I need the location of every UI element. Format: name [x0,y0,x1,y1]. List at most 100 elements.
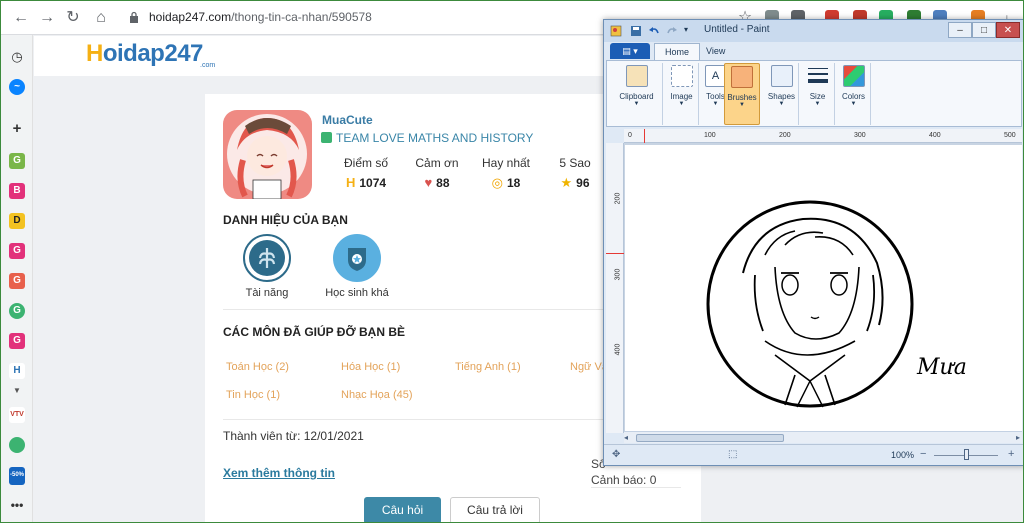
hoidap-h-icon: H [345,175,356,190]
sidebar-app-1[interactable]: G [9,153,25,169]
maximize-button[interactable]: □ [972,22,996,38]
sidebar-app-7[interactable]: G [9,333,25,349]
badge-talent[interactable]: Tài năng [217,234,317,299]
sidebar-app-5[interactable]: G [9,273,25,289]
stat-best-label: Hay nhất [481,156,531,170]
badges-title: DANH HIỆU CỦA BẠN [223,213,348,227]
save-icon[interactable] [630,25,642,37]
anime-girl-drawing [706,200,914,408]
sidebar-chat-icon[interactable] [9,437,25,453]
horizontal-scrollbar[interactable]: ◂ ▸ [624,431,1022,443]
close-button[interactable]: ✕ [996,22,1020,38]
more-icon[interactable]: ••• [9,497,25,513]
paint-app-icon [610,25,622,37]
subject-math[interactable]: Toán Học (2) [226,361,289,373]
more-info-link[interactable]: Xem thêm thông tin [223,466,335,480]
sidebar-app-6[interactable]: G [9,303,25,319]
cursor-position-icon: ✥ [612,449,621,460]
logo-h: H [86,40,103,67]
ribbon-clipboard-label: Clipboard [619,92,654,101]
sidebar-app-hoidap-label: H [13,365,21,376]
sidebar-app-2[interactable]: B [9,183,25,199]
ribbon-colors-caret-icon: ▼ [850,101,857,107]
url-path: /thong-tin-ca-nhan/590578 [231,10,372,24]
stat-points-value: 1074 [359,176,387,190]
profile-username[interactable]: MuaCute [322,113,373,127]
avatar-illustration [227,114,307,199]
badge-good-student-label: Học sinh khá [325,287,389,299]
scrollbar-thumb[interactable] [636,434,784,442]
ribbon-colors[interactable]: Colors ▼ [837,63,871,125]
selection-size-icon: ⬚ [728,449,738,460]
wheat-icon [243,234,291,282]
scroll-left-icon[interactable]: ◂ [624,433,628,442]
stat-best: Hay nhất ◎ 18 [471,156,541,191]
sidebar-app-4[interactable]: G [9,243,25,259]
sidebar-app-3[interactable]: D [9,213,25,229]
forward-icon[interactable]: → [37,8,57,28]
subject-english[interactable]: Tiếng Anh (1) [455,361,521,373]
select-icon [670,65,693,87]
history-icon[interactable]: ◷ [9,49,25,65]
minimize-button[interactable]: – [948,22,972,38]
stat-thanks: Cảm ơn ♥ 88 [402,156,472,190]
redo-icon[interactable] [666,25,678,37]
tab-view[interactable]: View [696,43,735,60]
ruler-h-500: 500 [1004,132,1016,139]
ribbon-brushes[interactable]: Brushes ▼ [724,63,760,125]
zoom-out-button[interactable]: − [920,448,926,460]
browser-sidebar: ◷ ~ + G B D G G G G H ▼ VTV -50% ••• [1,35,33,522]
ruler-h-300: 300 [854,132,866,139]
subject-informatics[interactable]: Tin Học (1) [226,389,280,401]
logo-text: oidap247 [102,40,204,67]
stat-points: Điểm số H 1074 [331,156,401,190]
sidebar-app-7-label: G [13,335,21,346]
drawing-canvas[interactable]: Mưa [625,145,1022,431]
paint-titlebar[interactable]: ▾ Untitled - Paint – □ ✕ [604,20,1023,42]
brush-icon [731,66,753,88]
zoom-slider-thumb[interactable] [964,449,969,460]
sale-icon[interactable]: -50% [9,467,25,485]
zoom-in-button[interactable]: + [1008,448,1014,460]
ribbon-clipboard[interactable]: Clipboard ▼ [611,63,663,125]
add-icon[interactable]: + [9,121,25,137]
divider [591,487,681,488]
zoom-level: 100% [891,450,915,460]
scroll-right-icon[interactable]: ▸ [1016,433,1020,442]
subject-chemistry[interactable]: Hóa Học (1) [341,361,400,373]
ruler-v-marker [606,253,624,254]
vtv-label: VTV [10,411,24,418]
stat-best-value: 18 [506,176,521,190]
ribbon-colors-label: Colors [841,92,866,101]
badge-good-student[interactable]: Học sinh khá [307,234,407,299]
subject-music-art[interactable]: Nhạc Họa (45) [341,389,413,401]
reload-icon[interactable]: ↻ [63,8,83,28]
sidebar-app-hoidap[interactable]: H [9,363,25,379]
paint-statusbar: ✥ ⬚ 100% − + [604,444,1023,465]
sidebar-app-2-label: B [13,185,21,196]
sidebar-app-6-label: G [13,305,21,316]
ribbon-shapes[interactable]: Shapes ▼ [765,63,799,125]
vtv-icon[interactable]: VTV [9,407,25,423]
back-icon[interactable]: ← [11,8,31,28]
home-icon[interactable]: ⌂ [91,8,111,28]
ribbon-size[interactable]: Size ▼ [801,63,835,125]
ribbon-image[interactable]: Image ▼ [665,63,699,125]
address-bar[interactable]: hoidap247.com/thong-tin-ca-nhan/590578 [149,10,372,24]
heart-icon: ♥ [424,175,433,190]
tab-home[interactable]: Home [654,43,701,60]
file-menu-button[interactable]: ▤ ▾ [610,43,650,59]
messenger-icon[interactable]: ~ [9,79,25,95]
chevron-down-icon[interactable]: ▼ [9,383,25,399]
undo-icon[interactable] [648,25,660,37]
stat-five-star-value: 96 [576,176,590,190]
ruler-v-300: 300 [614,268,622,281]
site-logo[interactable]: Hoidap247 [86,40,203,68]
signature-text: Mưa [917,355,967,380]
questions-button[interactable]: Câu hỏi [364,497,441,522]
url-domain: hoidap247.com [149,10,232,24]
answers-button[interactable]: Câu trả lời [450,497,540,522]
star-icon: ★ [560,175,573,190]
profile-team[interactable]: TEAM LOVE MATHS AND HISTORY [321,131,533,145]
quick-access-dropdown-icon[interactable]: ▾ [684,25,696,37]
